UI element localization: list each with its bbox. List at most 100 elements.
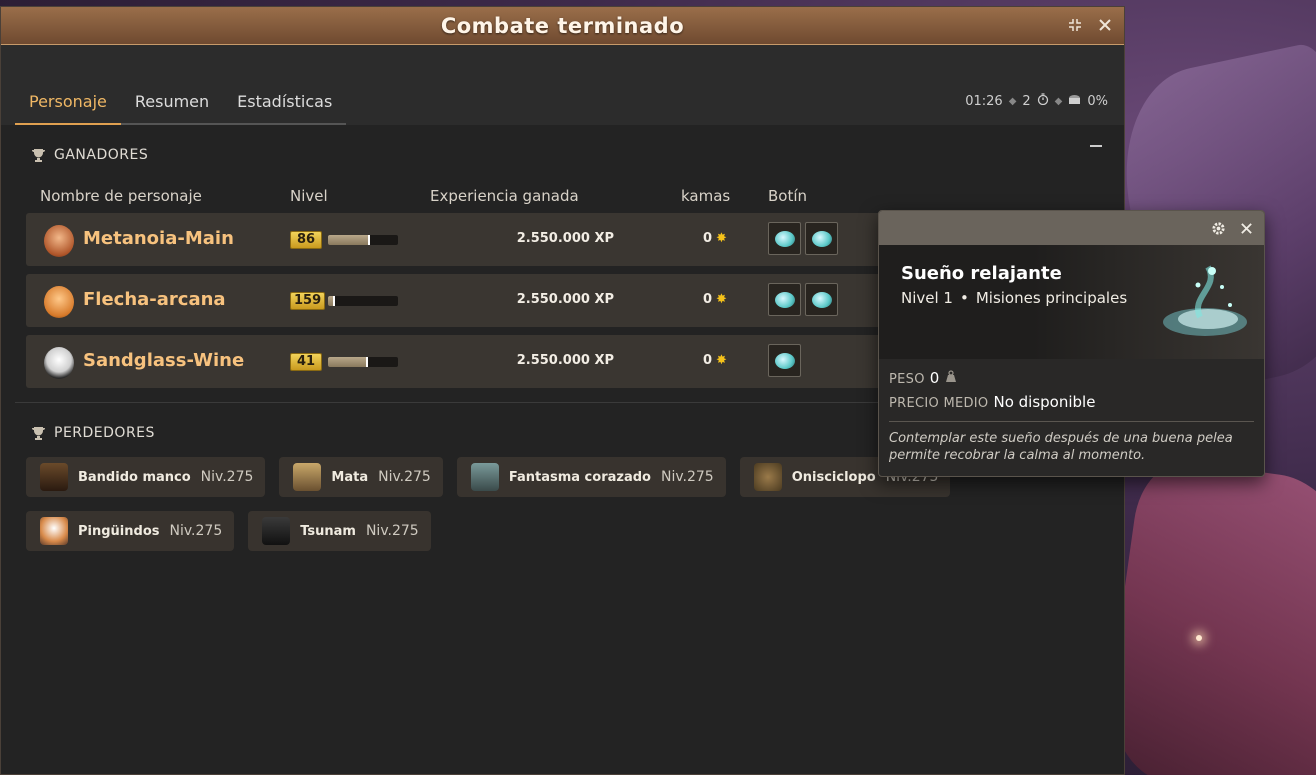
monster-icon (293, 463, 322, 491)
loot-item-icon[interactable] (768, 283, 801, 316)
tab-estadisticas[interactable]: Estadísticas (223, 92, 347, 125)
winner-row[interactable]: Sandglass-Wine 41 2.550.000 XP 0 ✸ (26, 335, 896, 388)
col-level: Nivel (290, 187, 328, 205)
level-badge: 41 (290, 353, 322, 371)
xp-progress-bar (328, 357, 398, 367)
kama-icon: ✸ (716, 292, 727, 307)
xp-progress-fill (328, 296, 335, 306)
monster-level: Niv.275 (169, 523, 223, 539)
timer-icon (1037, 93, 1049, 109)
winners-header: GANADORES (31, 143, 1124, 167)
monster-level: Niv.275 (365, 523, 419, 539)
monster-name: Bandido manco (78, 469, 191, 485)
fight-duration: 01:26 (965, 93, 1003, 109)
loot-slots (768, 344, 801, 377)
monster-name: Fantasma corazado (508, 469, 651, 485)
item-illustration (1150, 257, 1250, 349)
weight-row: PESO 0 (889, 369, 1254, 391)
loser-card[interactable]: Tsunam Niv.275 (248, 511, 431, 551)
weight-icon (944, 370, 958, 387)
close-icon[interactable] (1237, 219, 1255, 237)
item-subtitle: Nivel 1 • Misiones principales (901, 289, 1127, 307)
monster-level: Niv.275 (378, 469, 431, 485)
col-loot: Botín (768, 187, 808, 205)
monster-icon (753, 463, 782, 491)
xp-progress-bar (328, 235, 398, 245)
separator-dot: ◆ (1008, 95, 1017, 107)
loot-item-icon[interactable] (768, 222, 801, 255)
loot-item-icon[interactable] (805, 222, 838, 255)
trophy-icon (31, 426, 46, 440)
item-description: Contemplar este sueño después de una bue… (889, 431, 1233, 463)
item-category: Misiones principales (975, 289, 1128, 307)
loser-card[interactable]: Bandido manco Niv.275 (26, 457, 266, 497)
monster-icon (262, 517, 291, 545)
monster-name: Tsunam (300, 523, 356, 539)
gear-icon[interactable] (1209, 219, 1227, 237)
turn-count: 2 (1022, 93, 1031, 109)
tab-bar: Personaje Resumen Estadísticas 01:26 ◆ 2… (1, 45, 1124, 125)
monster-level: Niv.275 (660, 469, 714, 485)
weight-value: 0 (929, 369, 940, 387)
character-name: Sandglass-Wine (83, 350, 245, 371)
character-avatar (44, 286, 74, 318)
loser-card[interactable]: Fantasma corazado Niv.275 (456, 457, 726, 497)
level-badge: 159 (290, 292, 326, 310)
kama-icon: ✸ (716, 353, 727, 368)
level-badge: 86 (290, 231, 322, 249)
weight-label: PESO (889, 372, 925, 387)
drop-percent: 0% (1087, 93, 1108, 109)
loot-item-icon[interactable] (768, 344, 801, 377)
monster-icon (40, 517, 68, 545)
price-row: PRECIO MEDIO No disponible (889, 393, 1254, 415)
tooltip-body: PESO 0 PRECIO MEDIO No disponible Contem… (879, 359, 1264, 472)
window-title: Combate terminado (440, 13, 685, 38)
tooltip-hero: Sueño relajante Nivel 1 • Misiones princ… (879, 245, 1264, 359)
monster-name: Mata (331, 469, 369, 485)
window-titlebar[interactable]: Combate terminado (1, 7, 1124, 45)
xp-gained: 2.550.000 XP (516, 231, 614, 246)
winner-row[interactable]: Flecha-arcana 159 2.550.000 XP 0 ✸ (26, 274, 896, 327)
character-name: Metanoia-Main (83, 228, 234, 249)
collapse-winners-button[interactable] (1090, 145, 1102, 147)
fight-stats: 01:26 ◆ 2 ◆ 0% (965, 93, 1108, 109)
minimize-icon[interactable] (1066, 16, 1084, 34)
xp-progress-fill (328, 235, 370, 245)
close-icon[interactable] (1096, 16, 1114, 34)
character-avatar (44, 225, 74, 257)
loser-card[interactable]: Mata Niv.275 (279, 457, 443, 497)
monster-name: Onisciclopo (791, 469, 876, 485)
tab-personaje[interactable]: Personaje (15, 92, 121, 125)
background-rock (1098, 455, 1316, 775)
loser-card[interactable]: Pingüindos Niv.275 (26, 511, 235, 551)
xp-progress-fill (328, 357, 368, 367)
losers-list: Bandido manco Niv.275 Mata Niv.275 Fanta… (26, 457, 1026, 551)
kamas-gained: 0 ✸ (703, 353, 727, 368)
loot-slots (768, 283, 838, 316)
tooltip-divider (889, 421, 1254, 422)
item-name: Sueño relajante (901, 263, 1062, 284)
kama-icon: ✸ (716, 231, 727, 246)
separator-dot: ◆ (1054, 95, 1063, 107)
xp-progress-bar (328, 296, 398, 306)
separator-dot: • (959, 289, 969, 307)
item-level: Nivel 1 (901, 289, 953, 307)
chest-icon (1068, 94, 1081, 109)
xp-gained: 2.550.000 XP (516, 353, 614, 368)
tooltip-header[interactable] (879, 211, 1264, 245)
winners-title: GANADORES (54, 147, 149, 163)
col-name: Nombre de personaje (40, 187, 202, 205)
background-light (1196, 635, 1202, 641)
winner-row[interactable]: Metanoia-Main 86 2.550.000 XP 0 ✸ (26, 213, 896, 266)
price-label: PRECIO MEDIO (889, 396, 989, 411)
character-avatar (44, 347, 74, 379)
monster-icon (470, 463, 499, 491)
monster-name: Pingüindos (78, 523, 160, 539)
loot-item-icon[interactable] (805, 283, 838, 316)
losers-title: PERDEDORES (54, 425, 155, 441)
col-kamas: kamas (681, 187, 731, 205)
price-value: No disponible (993, 393, 1096, 411)
tab-resumen[interactable]: Resumen (120, 92, 224, 125)
character-name: Flecha-arcana (83, 289, 226, 310)
winners-column-headers: Nombre de personaje Nivel Experiencia ga… (1, 177, 1124, 213)
